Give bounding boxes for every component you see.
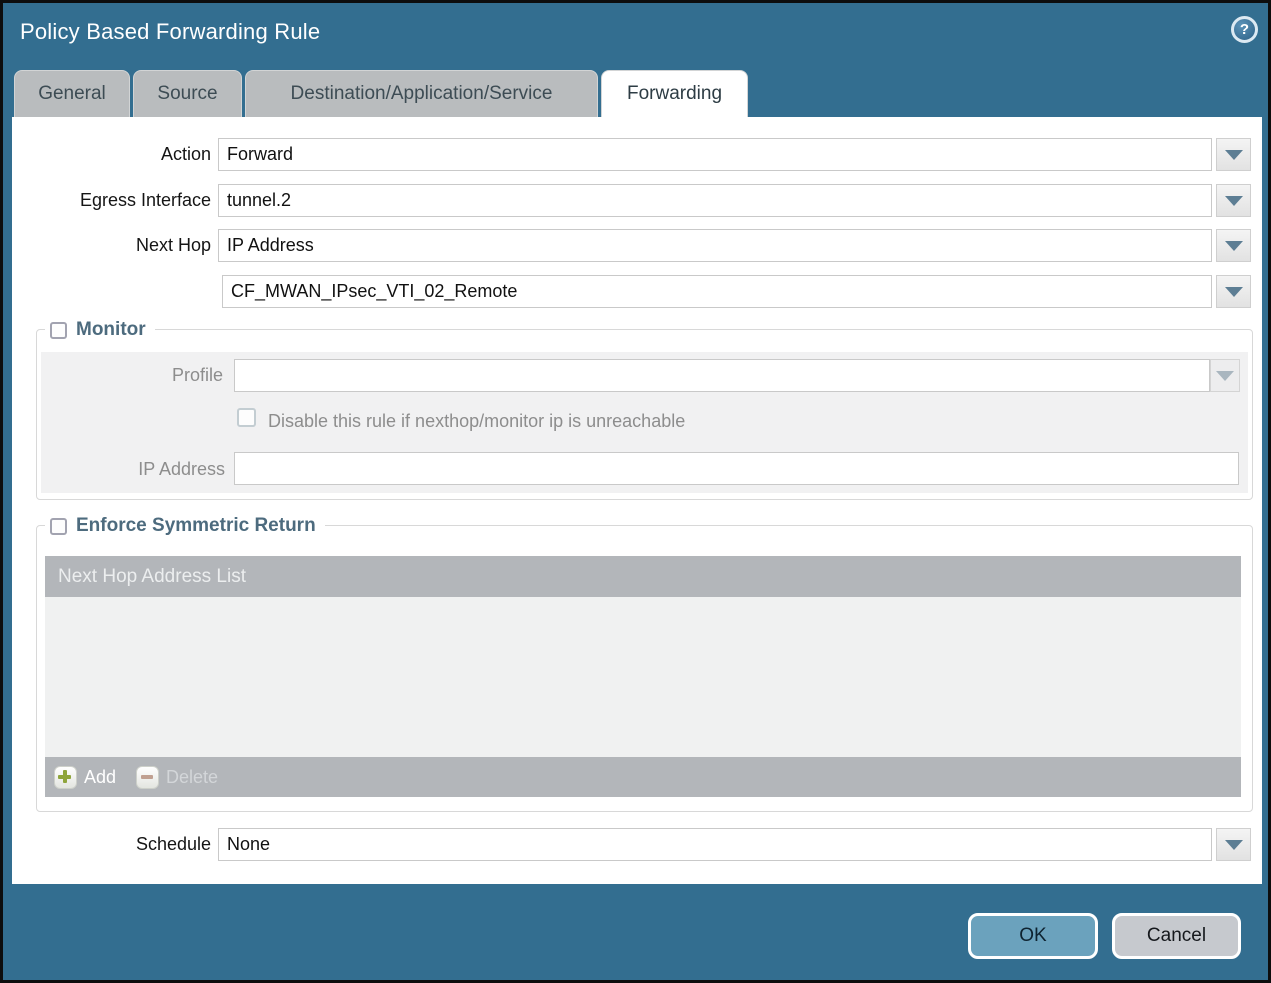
cancel-button[interactable]: Cancel <box>1112 913 1241 959</box>
help-icon[interactable]: ? <box>1231 16 1258 43</box>
monitor-section-title: Monitor <box>76 319 146 341</box>
dialog-title: Policy Based Forwarding Rule <box>20 19 320 45</box>
schedule-label: Schedule <box>12 834 211 855</box>
ok-button[interactable]: OK <box>968 913 1098 959</box>
next-hop-address-list-table: Next Hop Address List Add Delete <box>45 556 1241 797</box>
tab-destination-application-service[interactable]: Destination/Application/Service <box>245 70 598 117</box>
enforce-symmetric-return-title: Enforce Symmetric Return <box>76 515 316 537</box>
tab-source[interactable]: Source <box>133 70 242 117</box>
chevron-down-icon <box>1225 287 1243 297</box>
delete-button-label: Delete <box>166 767 218 788</box>
tab-bar: General Source Destination/Application/S… <box>14 70 748 117</box>
chevron-down-icon <box>1225 241 1243 251</box>
disable-rule-checkbox <box>237 408 256 427</box>
minus-icon <box>136 766 159 789</box>
egress-interface-field[interactable] <box>218 184 1212 217</box>
tab-forwarding[interactable]: Forwarding <box>601 70 748 117</box>
monitor-checkbox[interactable] <box>50 322 67 339</box>
delete-button: Delete <box>136 766 218 789</box>
chevron-down-icon <box>1225 840 1243 850</box>
next-hop-address-list-header: Next Hop Address List <box>45 556 1241 597</box>
next-hop-dropdown-button[interactable] <box>1216 229 1251 262</box>
add-button[interactable]: Add <box>54 766 116 789</box>
add-button-label: Add <box>84 767 116 788</box>
action-field[interactable] <box>218 138 1212 171</box>
next-hop-address-list-toolbar: Add Delete <box>45 757 1241 797</box>
chevron-down-icon <box>1225 150 1243 160</box>
monitor-ip-address-field <box>234 452 1239 485</box>
next-hop-address-field[interactable] <box>222 275 1212 308</box>
profile-label: Profile <box>37 365 223 386</box>
enforce-symmetric-return-section: Enforce Symmetric Return Next Hop Addres… <box>36 525 1253 812</box>
tab-general[interactable]: General <box>14 70 130 117</box>
chevron-down-icon <box>1225 196 1243 206</box>
next-hop-label: Next Hop <box>12 235 211 256</box>
egress-interface-label: Egress Interface <box>12 190 211 211</box>
monitor-section: Monitor Profile Disable this rule if nex… <box>36 329 1253 500</box>
next-hop-type-field[interactable] <box>218 229 1212 262</box>
egress-interface-dropdown-button[interactable] <box>1216 184 1251 217</box>
action-label: Action <box>12 144 211 165</box>
tab-label: General <box>38 83 106 105</box>
tab-label: Forwarding <box>627 83 722 105</box>
plus-icon <box>54 766 77 789</box>
profile-dropdown-button <box>1210 359 1240 392</box>
forwarding-tab-panel: Action Egress Interface Next Hop Monitor… <box>12 117 1262 884</box>
next-hop-address-dropdown-button[interactable] <box>1216 275 1251 308</box>
tab-label: Source <box>157 83 217 105</box>
tab-label: Destination/Application/Service <box>291 83 553 105</box>
profile-field <box>234 359 1210 392</box>
enforce-symmetric-return-legend: Enforce Symmetric Return <box>45 513 325 539</box>
column-header: Next Hop Address List <box>58 566 246 588</box>
next-hop-address-list <box>45 597 1241 757</box>
disable-rule-label: Disable this rule if nexthop/monitor ip … <box>268 411 685 432</box>
monitor-legend: Monitor <box>45 317 155 343</box>
chevron-down-icon <box>1216 371 1234 381</box>
action-dropdown-button[interactable] <box>1216 138 1251 171</box>
schedule-field[interactable] <box>218 828 1212 861</box>
enforce-symmetric-return-checkbox[interactable] <box>50 518 67 535</box>
monitor-ip-address-label: IP Address <box>37 459 225 480</box>
schedule-dropdown-button[interactable] <box>1216 828 1251 861</box>
